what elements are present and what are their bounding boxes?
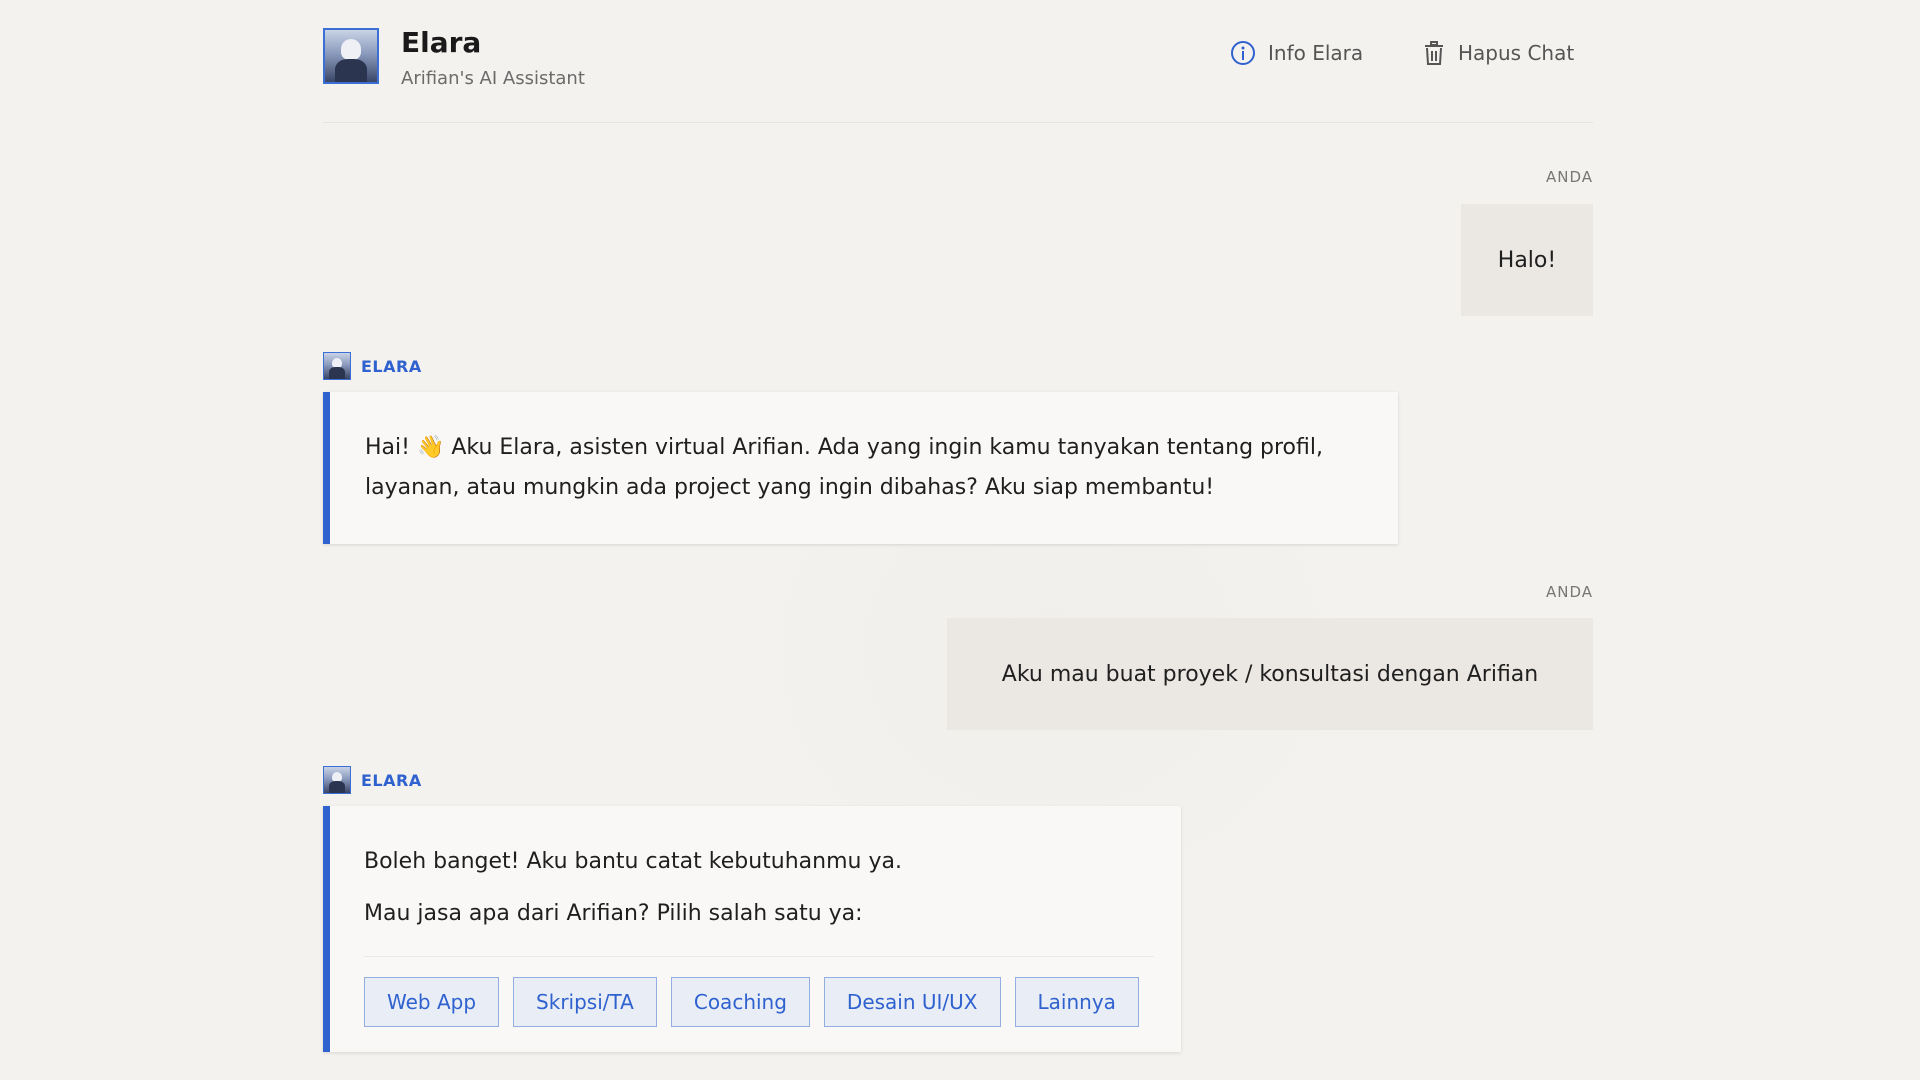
trash-icon xyxy=(1425,41,1443,65)
assistant-message: Boleh banget! Aku bantu catat kebutuhanm… xyxy=(323,806,1181,1052)
choice-lainnya[interactable]: Lainnya xyxy=(1014,977,1139,1027)
choice-desain-ui-ux[interactable]: Desain UI/UX xyxy=(823,977,1001,1027)
assistant-message-line: Boleh banget! Aku bantu catat kebutuhanm… xyxy=(364,849,902,874)
chat-header: Elara Arifian's AI Assistant Info Elara … xyxy=(323,0,1593,123)
assistant-sender-label: ELARA xyxy=(361,356,422,376)
user-message-text: Halo! xyxy=(1497,247,1557,273)
assistant-name: Elara xyxy=(401,26,482,59)
assistant-message-line: Mau jasa apa dari Arifian? Pilih salah s… xyxy=(364,901,863,926)
user-sender-label: ANDA xyxy=(1545,168,1593,186)
delete-chat-label: Hapus Chat xyxy=(1458,41,1575,65)
assistant-small-avatar xyxy=(323,766,351,794)
chat-container: Elara Arifian's AI Assistant Info Elara … xyxy=(323,0,1593,1080)
user-message-text: Aku mau buat proyek / konsultasi dengan … xyxy=(1001,661,1539,687)
avatar-body xyxy=(335,58,367,82)
service-choices: Web App Skripsi/TA Coaching Desain UI/UX… xyxy=(364,956,1154,1027)
user-sender-label: ANDA xyxy=(1545,583,1593,601)
avatar-body xyxy=(329,367,345,379)
assistant-message: Hai! 👋 Aku Elara, asisten virtual Arifia… xyxy=(323,392,1398,544)
user-message: Halo! xyxy=(1461,204,1593,316)
user-message: Aku mau buat proyek / konsultasi dengan … xyxy=(947,618,1593,730)
delete-chat-button[interactable]: Hapus Chat xyxy=(1422,40,1574,66)
assistant-small-avatar xyxy=(323,352,351,380)
assistant-sender-label: ELARA xyxy=(361,770,422,790)
avatar-face xyxy=(340,39,362,61)
assistant-message-text: Hai! 👋 Aku Elara, asisten virtual Arifia… xyxy=(365,435,1323,500)
assistant-sender: ELARA xyxy=(323,352,422,380)
assistant-subtitle: Arifian's AI Assistant xyxy=(401,68,585,89)
info-circle-icon xyxy=(1231,41,1255,65)
choice-coaching[interactable]: Coaching xyxy=(670,977,810,1027)
avatar-body xyxy=(329,781,345,793)
assistant-avatar xyxy=(323,28,379,84)
choice-skripsi-ta[interactable]: Skripsi/TA xyxy=(513,977,657,1027)
info-button[interactable]: Info Elara xyxy=(1230,40,1363,66)
assistant-sender: ELARA xyxy=(323,766,422,794)
info-button-label: Info Elara xyxy=(1268,41,1364,65)
choice-web-app[interactable]: Web App xyxy=(364,977,500,1027)
